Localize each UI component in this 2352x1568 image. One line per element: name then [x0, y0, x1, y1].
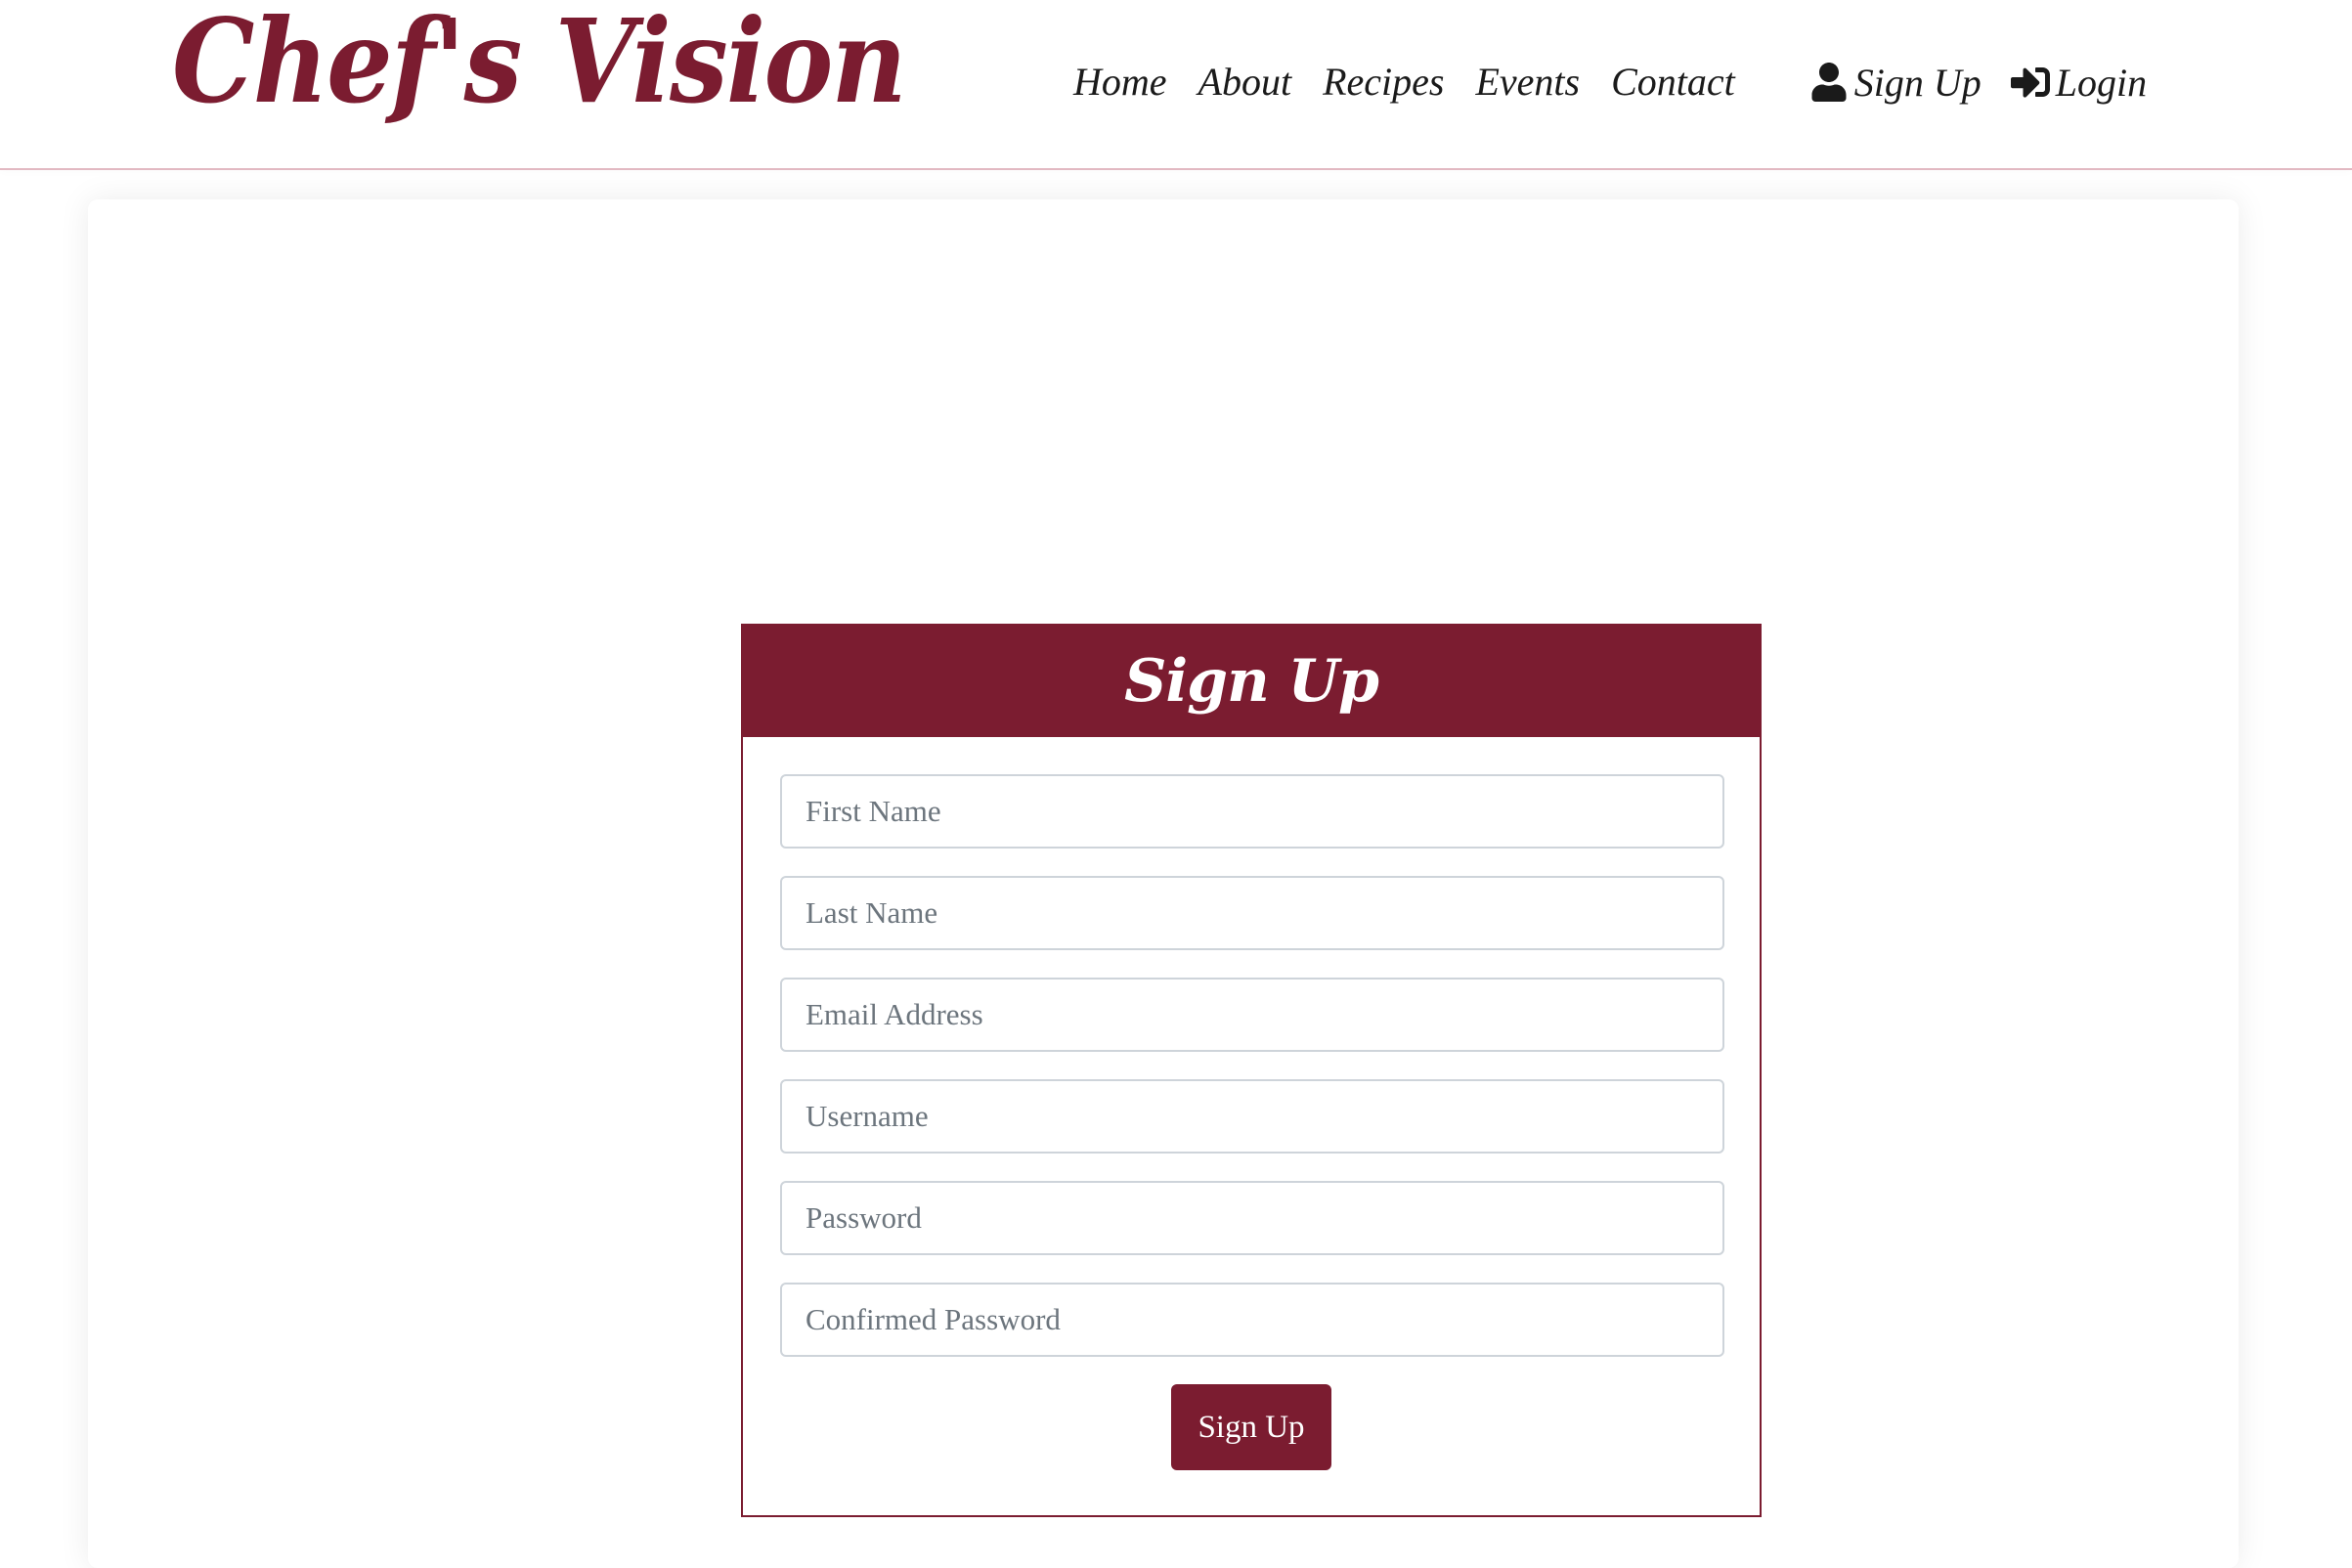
sign-in-icon — [2010, 67, 2050, 98]
nav-login[interactable]: Login — [2010, 60, 2148, 106]
nav-home[interactable]: Home — [1073, 63, 1167, 102]
sign-up-button[interactable]: Sign Up — [1171, 1384, 1331, 1470]
nav-sign-up-label: Sign Up — [1853, 60, 1982, 105]
content-panel: Sign Up Sign Up — [88, 199, 2239, 1568]
nav-events[interactable]: Events — [1475, 63, 1580, 102]
site-header: Chef's Vision Home About Recipes Events … — [0, 0, 2352, 170]
main-nav: Home About Recipes Events Contact Sign U… — [1073, 51, 2147, 113]
signup-title: Sign Up — [743, 626, 1760, 737]
confirm-password-input[interactable] — [780, 1283, 1724, 1357]
brand-logo[interactable]: Chef's Vision — [172, 4, 907, 119]
email-input[interactable] — [780, 978, 1724, 1052]
user-icon — [1811, 63, 1847, 102]
nav-about[interactable]: About — [1198, 63, 1292, 102]
nav-sign-up[interactable]: Sign Up — [1809, 60, 1982, 106]
nav-recipes[interactable]: Recipes — [1323, 63, 1444, 102]
username-input[interactable] — [780, 1079, 1724, 1154]
nav-login-label: Login — [2055, 60, 2148, 105]
submit-row: Sign Up — [780, 1384, 1722, 1470]
signup-form-body: Sign Up — [743, 737, 1760, 1470]
last-name-input[interactable] — [780, 876, 1724, 950]
first-name-input[interactable] — [780, 774, 1724, 849]
signup-card: Sign Up Sign Up — [741, 624, 1762, 1517]
nav-contact[interactable]: Contact — [1611, 63, 1735, 102]
password-input[interactable] — [780, 1181, 1724, 1255]
